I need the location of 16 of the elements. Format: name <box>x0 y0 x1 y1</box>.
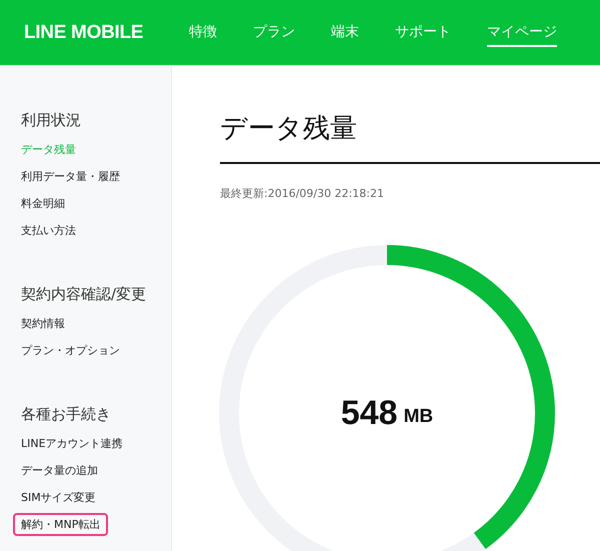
sidebar-link[interactable]: 支払い方法 <box>13 219 84 242</box>
sidebar-link[interactable]: プラン・オプション <box>13 339 128 362</box>
sidebar-link[interactable]: 利用データ量・履歴 <box>13 165 128 188</box>
section-heading: 契約内容確認/変更 <box>21 284 146 304</box>
section-heading: 利用状況 <box>21 110 81 130</box>
sidebar-link[interactable]: データ量の追加 <box>13 459 106 482</box>
sidebar-link[interactable]: SIMサイズ変更 <box>13 486 104 509</box>
sidebar-link[interactable]: 料金明細 <box>13 192 73 215</box>
remaining-value: 548 <box>340 394 398 432</box>
sidebar-link[interactable]: LINEアカウント連携 <box>13 432 131 455</box>
sidebar-link[interactable]: 解約・MNP転出 <box>13 513 108 536</box>
page-title: データ残量 <box>220 112 358 146</box>
last-updated-text: 最終更新:2016/09/30 22:18:21 <box>220 186 386 201</box>
section-heading: 各種お手続き <box>21 404 111 424</box>
unit-label: MB <box>404 406 434 428</box>
sidebar-link[interactable]: 契約情報 <box>13 312 73 335</box>
